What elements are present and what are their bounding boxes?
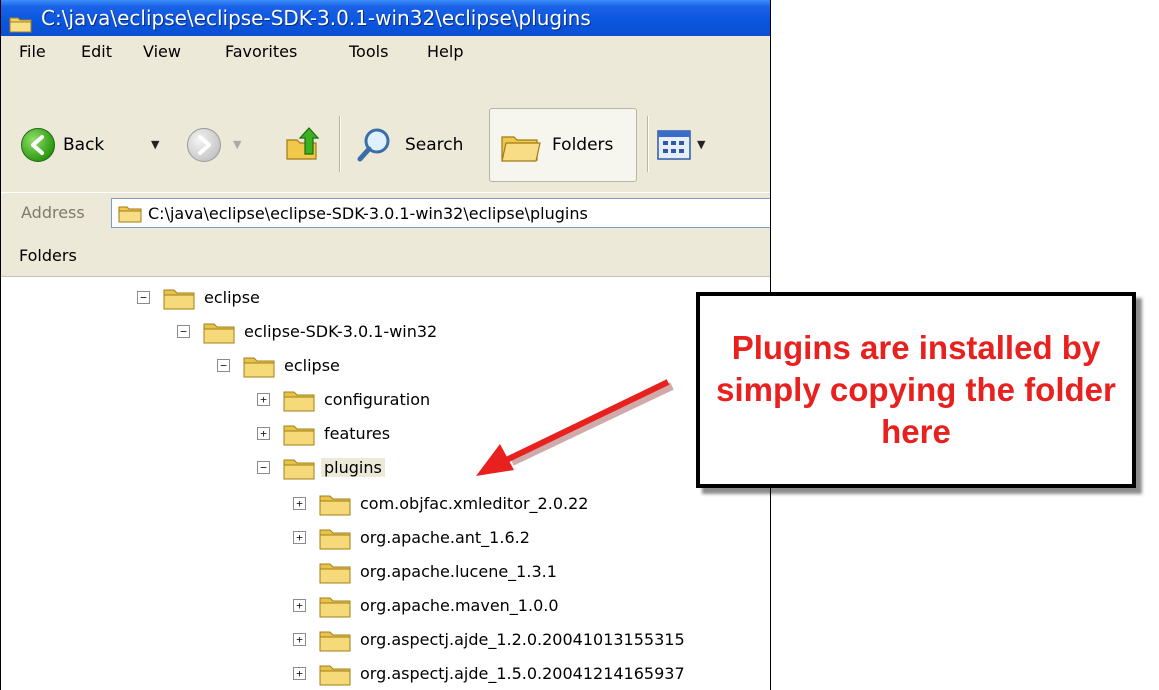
menu-bar: File Edit View Favorites Tools Help [1,36,770,69]
folder-icon [118,204,142,228]
folder-icon [243,355,275,383]
up-folder-button[interactable] [283,124,327,168]
folder-icon [319,527,351,555]
folder-icon [283,389,315,417]
collapse-icon[interactable]: − [137,291,150,304]
back-arrow-icon [21,128,55,162]
expand-icon[interactable]: + [293,497,306,510]
tree-item[interactable]: − eclipse-SDK-3.0.1-win32 [177,316,697,348]
title-bar[interactable]: C:\java\eclipse\eclipse-SDK-3.0.1-win32\… [1,0,770,36]
tree-item-label: plugins [321,458,385,477]
address-label: Address [21,203,85,222]
tree-item-label: features [324,424,391,443]
forward-button[interactable]: ▼ [187,128,267,166]
forward-dropdown-icon[interactable]: ▼ [233,138,241,151]
menu-favorites[interactable]: Favorites [221,36,301,68]
tree-item[interactable]: − eclipse [217,350,737,382]
tree-item[interactable]: + org.apache.ant_1.6.2 [293,522,770,555]
address-bar: Address C:\java\eclipse\eclipse-SDK-3.0.… [1,192,770,237]
folders-button[interactable]: Folders [489,108,637,182]
tree-item-label: com.objfac.xmleditor_2.0.22 [360,494,589,513]
tree-item-label: org.apache.ant_1.6.2 [360,528,530,547]
menu-view[interactable]: View [139,36,185,68]
tree-item[interactable]: org.apache.lucene_1.3.1 [293,556,770,589]
folders-icon [501,136,541,162]
folders-label: Folders [552,135,614,155]
collapse-icon[interactable]: − [177,325,190,338]
folder-icon [319,663,351,690]
expand-icon[interactable]: + [293,599,306,612]
back-label: Back [63,135,105,155]
tree-item-label: org.apache.maven_1.0.0 [360,596,559,615]
explorer-window: C:\java\eclipse\eclipse-SDK-3.0.1-win32\… [0,0,771,690]
toolbar-separator [339,116,340,172]
search-label: Search [405,135,464,155]
address-field[interactable]: C:\java\eclipse\eclipse-SDK-3.0.1-win32\… [111,198,770,228]
callout-box: Plugins are installed by simply copying … [696,292,1136,488]
expand-icon[interactable]: + [257,393,270,406]
views-dropdown-icon[interactable]: ▼ [697,138,705,151]
expand-icon[interactable]: + [293,531,306,544]
search-button[interactable]: Search [355,126,479,166]
folders-pane-title: Folders [19,246,77,265]
tree-item-label: eclipse [204,288,260,307]
tree-item[interactable]: + org.aspectj.ajde_1.5.0.20041214165937 [293,658,770,690]
toolbar: Back ▼ ▼ Search Folders ▼ [1,68,770,201]
up-folder-icon [286,127,320,160]
tree-item-label: org.apache.lucene_1.3.1 [360,562,557,581]
tree-item[interactable]: + features [257,418,770,451]
tree-item[interactable]: + org.aspectj.ajde_1.2.0.20041013155315 [293,624,770,657]
tree-item-label: configuration [324,390,431,409]
folder-icon [283,457,315,485]
expand-icon[interactable]: + [257,427,270,440]
tree-item[interactable]: + org.apache.maven_1.0.0 [293,590,770,623]
tree-item-label: org.aspectj.ajde_1.2.0.20041013155315 [360,630,685,649]
tree-item-label: eclipse [284,356,340,375]
tree-item[interactable]: + configuration [257,384,770,417]
views-button[interactable]: ▼ [657,130,723,164]
menu-file[interactable]: File [15,36,50,68]
menu-edit[interactable]: Edit [77,36,116,68]
toolbar-separator [647,116,648,172]
folder-icon [283,423,315,451]
forward-arrow-icon [187,128,221,162]
window-title: C:\java\eclipse\eclipse-SDK-3.0.1-win32\… [41,6,591,30]
views-icon [657,130,691,160]
folder-icon [163,287,195,315]
folder-icon [319,595,351,623]
tree-item[interactable]: − plugins [257,452,770,485]
tree-item-label: org.aspectj.ajde_1.5.0.20041214165937 [360,664,685,683]
back-dropdown-icon[interactable]: ▼ [151,138,159,151]
menu-tools[interactable]: Tools [345,36,392,68]
expand-icon[interactable]: + [293,633,306,646]
back-button[interactable]: Back ▼ [21,128,161,166]
collapse-icon[interactable]: − [257,461,270,474]
tree-item[interactable]: + com.objfac.xmleditor_2.0.22 [293,488,770,521]
folder-icon [9,9,33,36]
tree-item-label: eclipse-SDK-3.0.1-win32 [244,322,438,341]
folder-icon [203,321,235,349]
collapse-icon[interactable]: − [217,359,230,372]
tree-item[interactable]: − eclipse [137,282,657,314]
address-value: C:\java\eclipse\eclipse-SDK-3.0.1-win32\… [148,204,588,223]
expand-icon[interactable]: + [293,667,306,680]
folder-icon [319,561,351,589]
menu-help[interactable]: Help [423,36,467,68]
folder-icon [319,493,351,521]
folders-pane-header: Folders [1,236,770,277]
folder-icon [319,629,351,657]
search-icon [357,128,390,162]
callout-text: Plugins are installed by simply copying … [716,329,1116,450]
